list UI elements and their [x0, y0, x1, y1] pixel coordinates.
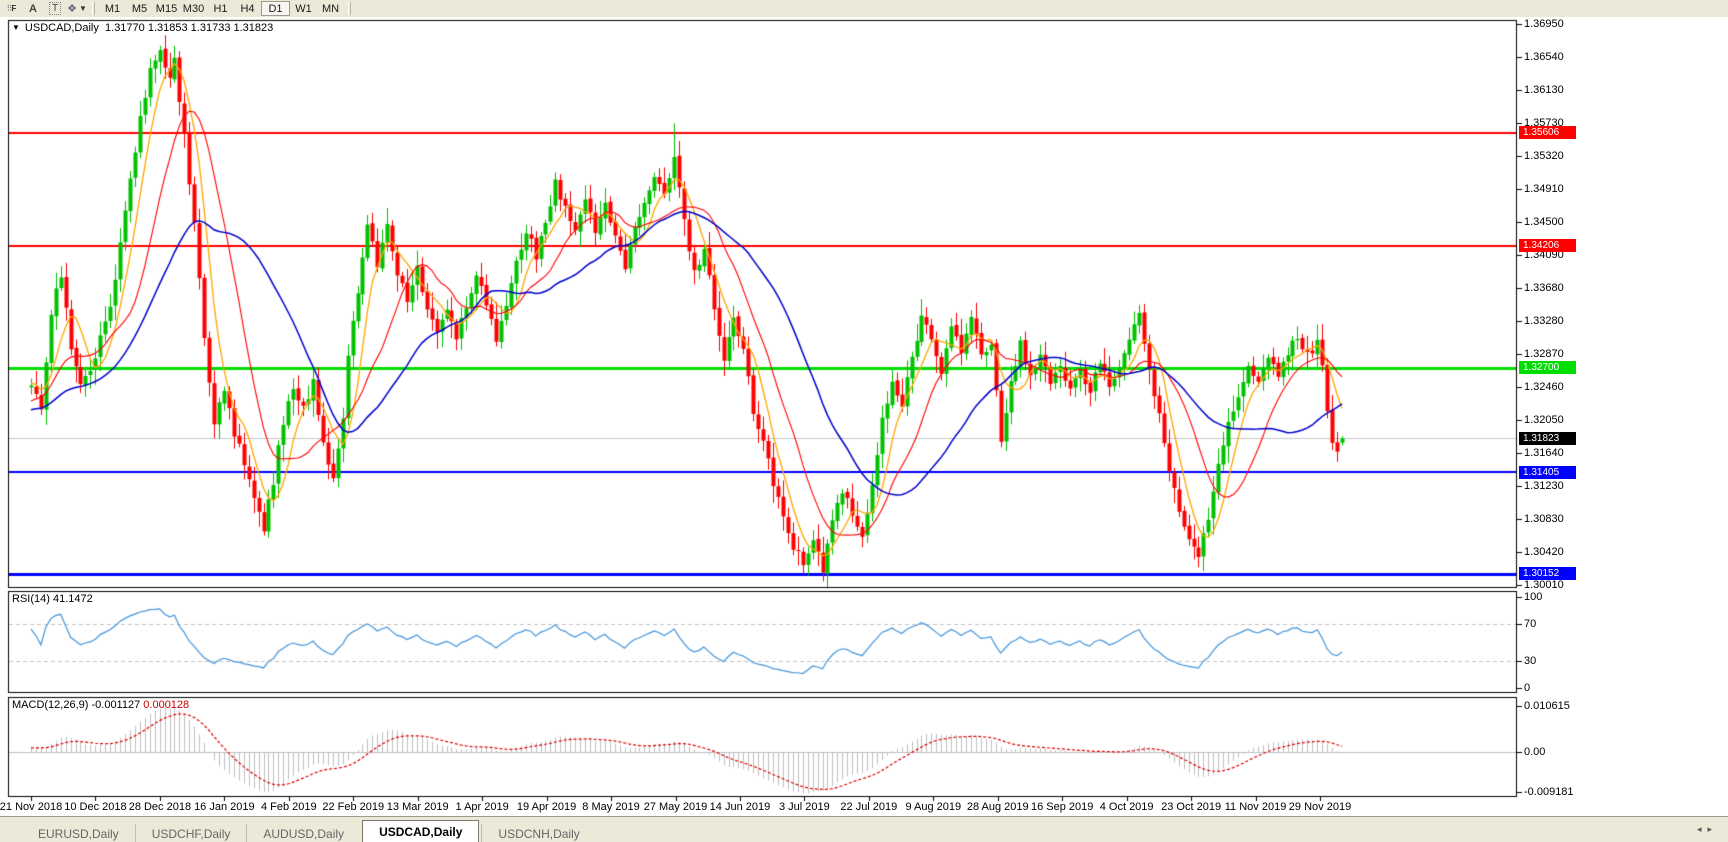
price-axis-label: 1.34500	[1524, 216, 1564, 228]
timeframe-button-w1[interactable]: W1	[290, 1, 317, 16]
price-axis-label: 1.32050	[1524, 414, 1564, 426]
toolbar-separator	[92, 2, 95, 15]
level-price-tag: 1.30152	[1519, 567, 1576, 580]
tab-usdchf[interactable]: USDCHF,Daily	[135, 824, 247, 842]
macd-axis-label: 0.010615	[1524, 700, 1570, 712]
trading-terminal-window: ⠿F A T ❖▼ M1M5M15M30H1H4D1W1MN ▼ USDCAD,D…	[0, 0, 1728, 842]
timeframe-button-m1[interactable]: M1	[99, 1, 126, 16]
price-axis-label: 1.32870	[1524, 348, 1564, 360]
date-axis-label: 23 Oct 2019	[1161, 801, 1221, 813]
date-axis-label: 9 Aug 2019	[905, 801, 961, 813]
date-axis-label: 29 Nov 2019	[1289, 801, 1351, 813]
rsi-axis-label: 30	[1524, 655, 1536, 667]
rsi-axis-label: 0	[1524, 682, 1530, 694]
timeframe-button-h4[interactable]: H4	[234, 1, 261, 16]
toolbar: ⠿F A T ❖▼ M1M5M15M30H1H4D1W1MN	[0, 0, 1728, 18]
date-axis-label: 3 Jul 2019	[779, 801, 830, 813]
price-axis-label: 1.31230	[1524, 480, 1564, 492]
chart-symbol-label: USDCAD,Daily	[25, 22, 99, 34]
date-axis-label: 4 Feb 2019	[261, 801, 317, 813]
price-chart-canvas[interactable]	[0, 17, 1728, 816]
date-axis-label: 22 Feb 2019	[322, 801, 384, 813]
timeframe-button-m5[interactable]: M5	[126, 1, 153, 16]
date-axis-label: 27 May 2019	[644, 801, 708, 813]
date-axis-label: 19 Apr 2019	[517, 801, 576, 813]
macd-axis-label: 0.00	[1524, 746, 1545, 758]
ohlc-high: 1.31853	[148, 22, 188, 34]
timeframe-button-h1[interactable]: H1	[207, 1, 234, 16]
level-price-tag: 1.31405	[1519, 466, 1576, 479]
date-axis-label: 10 Dec 2018	[64, 801, 126, 813]
price-axis-label: 1.34910	[1524, 183, 1564, 195]
timeframe-button-mn[interactable]: MN	[317, 1, 344, 16]
ohlc-low: 1.31733	[191, 22, 231, 34]
date-axis-label: 11 Nov 2019	[1225, 801, 1287, 813]
price-axis-label: 1.36130	[1524, 84, 1564, 96]
price-axis-label: 1.30010	[1524, 579, 1564, 591]
toolbar-separator	[348, 2, 351, 15]
price-axis-label: 1.32460	[1524, 381, 1564, 393]
price-axis-label: 1.36540	[1524, 51, 1564, 63]
tab-usdcad[interactable]: USDCAD,Daily	[362, 820, 479, 842]
ohlc-open: 1.31770	[105, 22, 145, 34]
date-axis-label: 13 Mar 2019	[387, 801, 449, 813]
date-axis-label: 8 May 2019	[582, 801, 639, 813]
macd-main-value: -0.001127	[91, 699, 140, 711]
price-axis-label: 1.33680	[1524, 282, 1564, 294]
font-grid-icon[interactable]: ⠿F	[1, 1, 21, 16]
chart-header: ▼ USDCAD,Daily 1.31770 1.31853 1.31733 1.…	[12, 22, 273, 34]
tab-scroll-right-icon[interactable]: ▸	[1707, 824, 1718, 834]
drawing-tools-icon[interactable]: ❖▼	[67, 1, 87, 16]
text-box-icon[interactable]: T	[45, 1, 65, 16]
tab-scroll-arrows: ◂▸	[1697, 824, 1718, 835]
level-price-tag: 1.32700	[1519, 361, 1576, 374]
macd-indicator-label: MACD(12,26,9) -0.001127 0.000128	[12, 699, 189, 711]
level-price-tag: 1.34206	[1519, 239, 1576, 252]
letter-a-icon[interactable]: A	[23, 1, 43, 16]
ohlc-close: 1.31823	[234, 22, 274, 34]
date-axis-label: 22 Jul 2019	[840, 801, 897, 813]
date-axis-label: 28 Dec 2018	[129, 801, 191, 813]
price-axis-label: 1.31640	[1524, 447, 1564, 459]
rsi-value: 41.1472	[53, 593, 93, 605]
date-axis-label: 4 Oct 2019	[1100, 801, 1154, 813]
chart-tab-bar: EURUSD,DailyUSDCHF,DailyAUDUSD,DailyUSDC…	[0, 816, 1728, 842]
price-axis-label: 1.30420	[1524, 546, 1564, 558]
rsi-indicator-label: RSI(14) 41.1472	[12, 593, 93, 605]
price-axis-label: 1.35320	[1524, 150, 1564, 162]
tab-scroll-left-icon[interactable]: ◂	[1697, 824, 1708, 834]
timeframe-button-m30[interactable]: M30	[180, 1, 207, 16]
price-axis-label: 1.30830	[1524, 513, 1564, 525]
timeframe-button-m15[interactable]: M15	[153, 1, 180, 16]
macd-axis-label: -0.009181	[1524, 786, 1574, 798]
level-price-tag: 1.35606	[1519, 126, 1576, 139]
date-axis-label: 16 Sep 2019	[1031, 801, 1093, 813]
current-price-tag: 1.31823	[1519, 432, 1576, 445]
date-axis-label: 28 Aug 2019	[967, 801, 1029, 813]
date-axis-label: 14 Jun 2019	[710, 801, 771, 813]
dropdown-caret-icon[interactable]: ▼	[79, 4, 87, 13]
date-axis-label: 16 Jan 2019	[194, 801, 255, 813]
tab-audusd[interactable]: AUDUSD,Daily	[246, 824, 360, 842]
rsi-axis-label: 70	[1524, 618, 1536, 630]
price-axis-label: 1.36950	[1524, 18, 1564, 30]
timeframe-button-d1[interactable]: D1	[261, 1, 290, 16]
rsi-axis-label: 100	[1524, 591, 1542, 603]
date-axis-label: 21 Nov 2018	[0, 801, 62, 813]
macd-signal-value: 0.000128	[143, 699, 189, 711]
chart-region: ▼ USDCAD,Daily 1.31770 1.31853 1.31733 1.…	[0, 17, 1728, 816]
collapse-triangle-icon[interactable]: ▼	[12, 23, 20, 32]
tab-eurusd[interactable]: EURUSD,Daily	[22, 824, 135, 842]
price-axis-label: 1.33280	[1524, 315, 1564, 327]
tab-usdcnh[interactable]: USDCNH,Daily	[481, 824, 595, 842]
timeframe-buttons: M1M5M15M30H1H4D1W1MN	[99, 1, 344, 16]
date-axis-label: 1 Apr 2019	[456, 801, 509, 813]
